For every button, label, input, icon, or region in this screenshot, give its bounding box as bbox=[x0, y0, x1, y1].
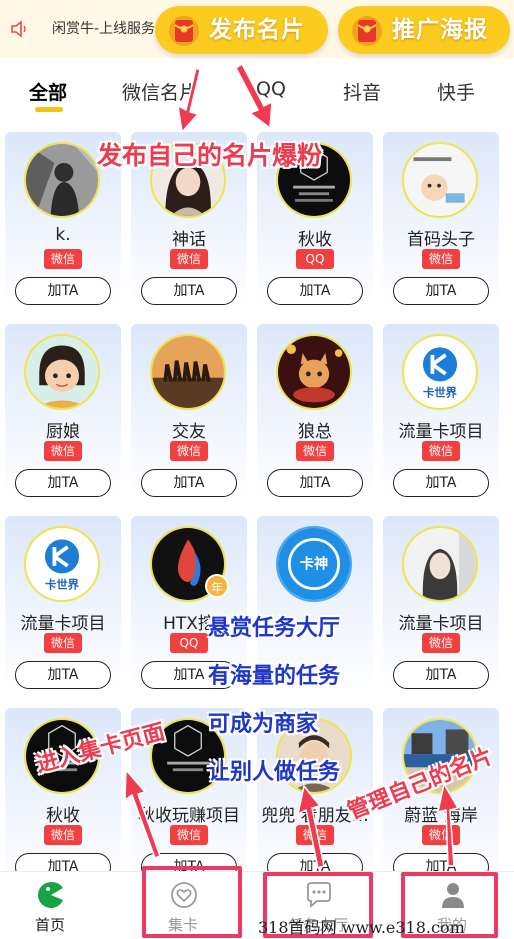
platform-badge: 微信 bbox=[422, 633, 460, 653]
tab-wechat-card[interactable]: 微信名片 bbox=[122, 78, 198, 105]
tab-kuaishou[interactable]: 快手 bbox=[437, 78, 475, 105]
card-item[interactable]: 交友 微信 加TA bbox=[131, 324, 247, 504]
platform-badge: 微信 bbox=[170, 249, 208, 269]
platform-badge: 微信 bbox=[170, 441, 208, 461]
card-name: k. bbox=[55, 225, 71, 245]
card-item[interactable]: 首码头子 微信 加TA bbox=[383, 132, 499, 312]
avatar bbox=[24, 142, 100, 218]
year-badge: 年 bbox=[205, 574, 229, 598]
kawaji-logo-text: 卡世界 bbox=[423, 386, 458, 400]
platform-badge: 微信 bbox=[422, 249, 460, 269]
notice-text: 闲赏牛-上线服务 bbox=[52, 21, 156, 37]
speaker-icon bbox=[11, 20, 26, 38]
add-ta-button[interactable]: 加TA bbox=[393, 277, 489, 305]
card-name: 秋收 bbox=[46, 806, 80, 826]
active-tab-indicator bbox=[35, 107, 63, 112]
publish-card-label: 发布名片 bbox=[209, 17, 305, 43]
avatar: 卡神 bbox=[276, 526, 352, 602]
annotation-task-hall-2: 有海量的任务 bbox=[208, 664, 341, 689]
red-envelope-icon bbox=[352, 16, 382, 46]
add-ta-button[interactable]: 加TA bbox=[141, 469, 237, 497]
watermark: 318首码网 www.e318.com bbox=[258, 918, 465, 937]
card-item[interactable]: 卡世界 流量卡项目 微信 加TA bbox=[383, 324, 499, 504]
platform-badge: 微信 bbox=[44, 825, 82, 845]
platform-badge: 微信 bbox=[296, 825, 334, 845]
red-envelope-icon bbox=[169, 16, 199, 46]
add-ta-button[interactable]: 加TA bbox=[141, 277, 237, 305]
card-name: 厨娘 bbox=[46, 422, 80, 442]
avatar bbox=[24, 334, 100, 410]
add-ta-button[interactable]: 加TA bbox=[15, 469, 111, 497]
card-name: 流量卡项目 bbox=[20, 614, 106, 634]
card-name: 流量卡项目 bbox=[398, 614, 484, 634]
avatar bbox=[402, 142, 478, 218]
platform-badge: 微信 bbox=[422, 441, 460, 461]
nav-home[interactable]: 首页 bbox=[0, 872, 100, 939]
platform-badge: 微信 bbox=[422, 825, 460, 845]
platform-badge: 微信 bbox=[44, 249, 82, 269]
tab-all[interactable]: 全部 bbox=[29, 78, 67, 105]
card-name: 流量卡项目 bbox=[398, 422, 484, 442]
add-ta-button[interactable]: 加TA bbox=[15, 277, 111, 305]
add-ta-button[interactable]: 加TA bbox=[15, 661, 111, 689]
platform-badge: QQ bbox=[296, 249, 334, 269]
collect-highlight-box bbox=[142, 866, 242, 938]
card-item[interactable]: 厨娘 微信 加TA bbox=[5, 324, 121, 504]
platform-badge: 微信 bbox=[296, 441, 334, 461]
home-pacman-icon bbox=[38, 881, 63, 908]
platform-badge: 微信 bbox=[44, 441, 82, 461]
annotation-merchant-2: 让别人做任务 bbox=[208, 760, 341, 785]
avatar bbox=[276, 334, 352, 410]
card-name: 神话 bbox=[172, 230, 206, 250]
annotation-publish: 发布自己的名片爆粉 bbox=[97, 141, 323, 170]
promote-poster-label: 推广海报 bbox=[392, 17, 488, 43]
platform-badge: 微信 bbox=[170, 825, 208, 845]
kawaji-logo-text: 卡世界 bbox=[45, 578, 80, 592]
card-name: 狼总 bbox=[298, 422, 332, 442]
card-item[interactable]: 流量卡项目 微信 加TA bbox=[383, 516, 499, 696]
avatar bbox=[150, 334, 226, 410]
card-name: 首码头子 bbox=[407, 230, 475, 250]
annotation-task-hall-1: 悬赏任务大厅 bbox=[208, 616, 341, 641]
promote-poster-button[interactable]: 推广海报 bbox=[338, 6, 510, 54]
publish-card-button[interactable]: 发布名片 bbox=[155, 6, 328, 54]
add-ta-button[interactable]: 加TA bbox=[393, 469, 489, 497]
platform-badge: QQ bbox=[170, 633, 208, 653]
annotation-merchant-1: 可成为商家 bbox=[208, 712, 319, 737]
avatar: 卡世界 bbox=[402, 334, 478, 410]
kashen-logo-text: 卡神 bbox=[300, 555, 328, 573]
tab-douyin[interactable]: 抖音 bbox=[343, 78, 381, 105]
nav-home-label: 首页 bbox=[34, 916, 65, 934]
tab-qq[interactable]: QQ bbox=[256, 78, 286, 100]
card-name: 交友 bbox=[172, 422, 206, 442]
card-item[interactable]: 卡世界 流量卡项目 微信 加TA bbox=[5, 516, 121, 696]
avatar bbox=[402, 526, 478, 602]
platform-badge: 微信 bbox=[44, 633, 82, 653]
card-name: 秋收玩赚项目 bbox=[138, 806, 240, 826]
add-ta-button[interactable]: 加TA bbox=[267, 469, 363, 497]
card-item[interactable]: 狼总 微信 加TA bbox=[257, 324, 373, 504]
avatar: 卡世界 bbox=[24, 526, 100, 602]
add-ta-button[interactable]: 加TA bbox=[393, 661, 489, 689]
card-name: 秋收 bbox=[298, 230, 332, 250]
add-ta-button[interactable]: 加TA bbox=[267, 277, 363, 305]
